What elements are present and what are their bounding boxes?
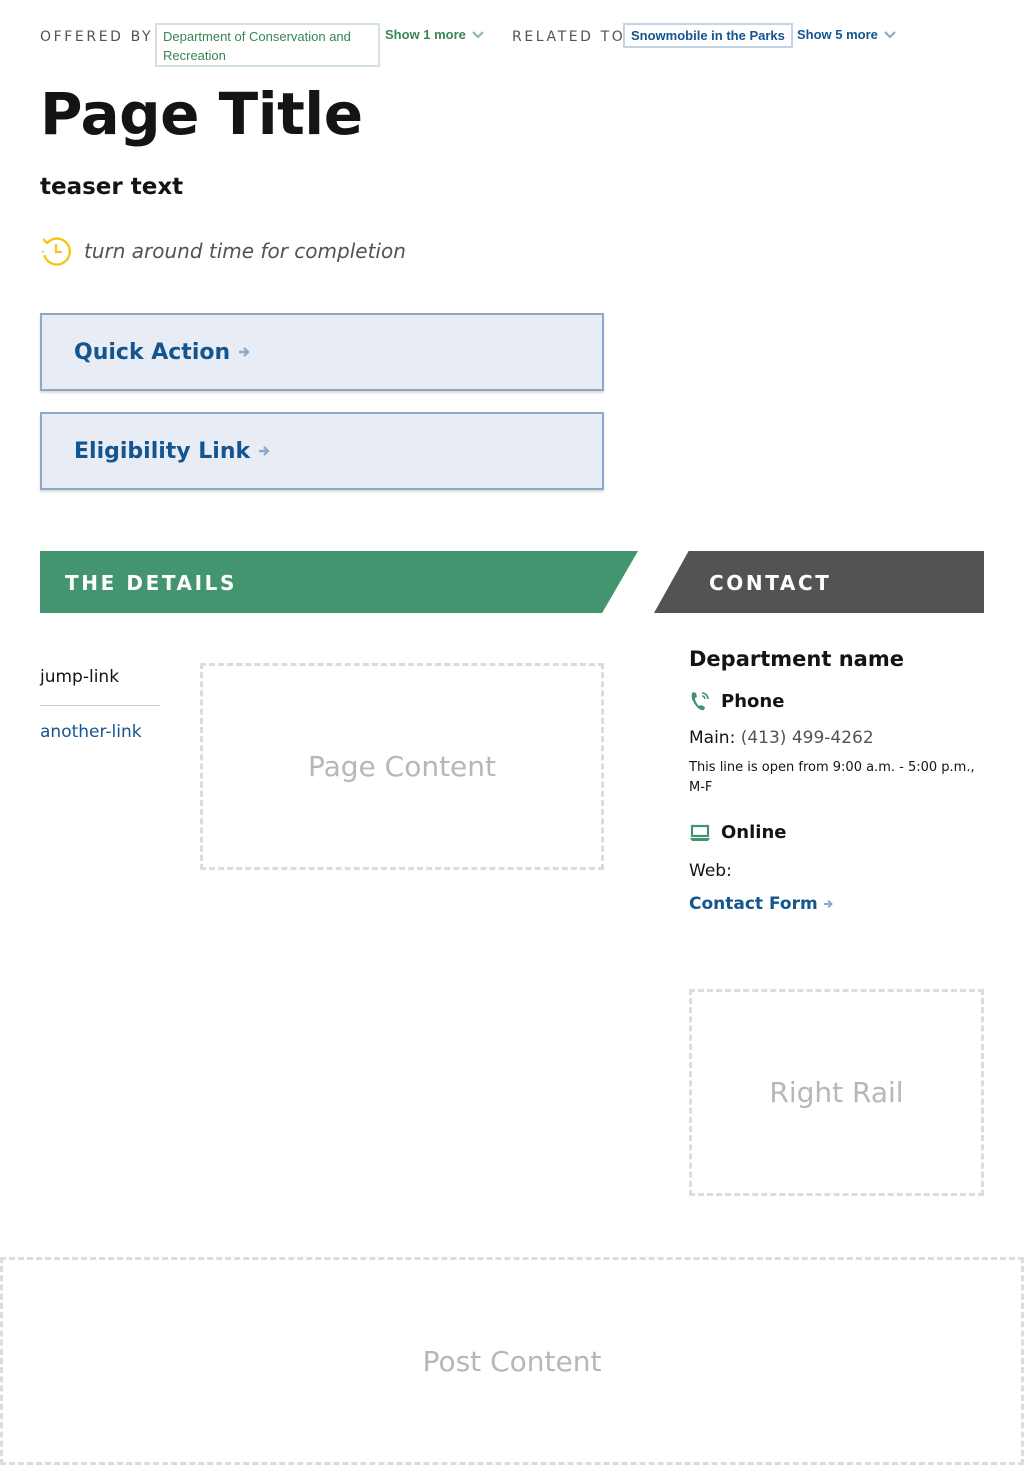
main-phone: Main: (413) 499-4262 xyxy=(689,728,874,748)
page-title: Page Title xyxy=(40,80,363,148)
chevron-down-icon xyxy=(884,30,896,39)
divider xyxy=(40,705,160,706)
right-rail-label: Right Rail xyxy=(769,1076,904,1109)
post-content-label: Post Content xyxy=(422,1344,602,1378)
clock-history-icon xyxy=(41,237,71,266)
contact-banner: CONTACT xyxy=(654,551,984,613)
phone-hours: This line is open from 9:00 a.m. - 5:00 … xyxy=(689,760,975,795)
online-heading-label: Online xyxy=(721,822,787,843)
arrow-right-icon xyxy=(239,347,250,357)
quick-action-label: Quick Action xyxy=(74,339,231,365)
right-rail-placeholder: Right Rail xyxy=(689,989,984,1196)
metadata-row: OFFERED BY Department of Conservation an… xyxy=(40,23,984,67)
eligibility-link-label: Eligibility Link xyxy=(74,438,251,464)
details-heading: THE DETAILS xyxy=(65,571,238,595)
details-banner: THE DETAILS xyxy=(40,551,638,613)
jump-link[interactable]: jump-link xyxy=(40,667,119,687)
contact-form-link[interactable]: Contact Form xyxy=(689,894,835,914)
online-heading: Online xyxy=(689,822,786,843)
eligibility-link-button[interactable]: Eligibility Link xyxy=(40,412,604,490)
related-show-more-label: Show 5 more xyxy=(797,27,878,42)
phone-icon xyxy=(691,692,709,711)
related-to-label: RELATED TO xyxy=(512,29,626,45)
web-label: Web: xyxy=(689,861,732,881)
page-content-placeholder: Page Content xyxy=(200,663,604,870)
phone-heading-label: Phone xyxy=(721,690,785,712)
phone-heading: Phone xyxy=(689,690,784,712)
quick-action-button[interactable]: Quick Action xyxy=(40,313,604,391)
page-content-label: Page Content xyxy=(307,750,497,783)
related-to-tag[interactable]: Snowmobile in the Parks xyxy=(623,23,793,48)
laptop-icon xyxy=(690,824,710,841)
chevron-down-icon xyxy=(472,30,484,39)
another-link[interactable]: another-link xyxy=(40,722,142,742)
contact-heading: CONTACT xyxy=(709,571,832,595)
contact-form-label: Contact Form xyxy=(689,894,818,914)
offered-by-label: OFFERED BY xyxy=(40,29,154,45)
offered-by-org-tag[interactable]: Department of Conservation and Recreatio… xyxy=(155,23,380,67)
turnaround-time: turn around time for completion xyxy=(40,235,406,267)
post-content-placeholder: Post Content xyxy=(0,1257,1024,1465)
main-phone-number[interactable]: (413) 499-4262 xyxy=(741,728,874,748)
turnaround-text: turn around time for completion xyxy=(84,239,406,263)
related-show-more-button[interactable]: Show 5 more xyxy=(797,27,896,42)
offered-show-more-button[interactable]: Show 1 more xyxy=(385,27,484,42)
arrow-right-icon xyxy=(259,446,270,456)
arrow-right-icon xyxy=(823,899,833,909)
offered-show-more-label: Show 1 more xyxy=(385,27,466,42)
teaser-text: teaser text xyxy=(40,174,184,200)
main-phone-label: Main: xyxy=(689,728,736,748)
department-name: Department name xyxy=(689,647,904,671)
